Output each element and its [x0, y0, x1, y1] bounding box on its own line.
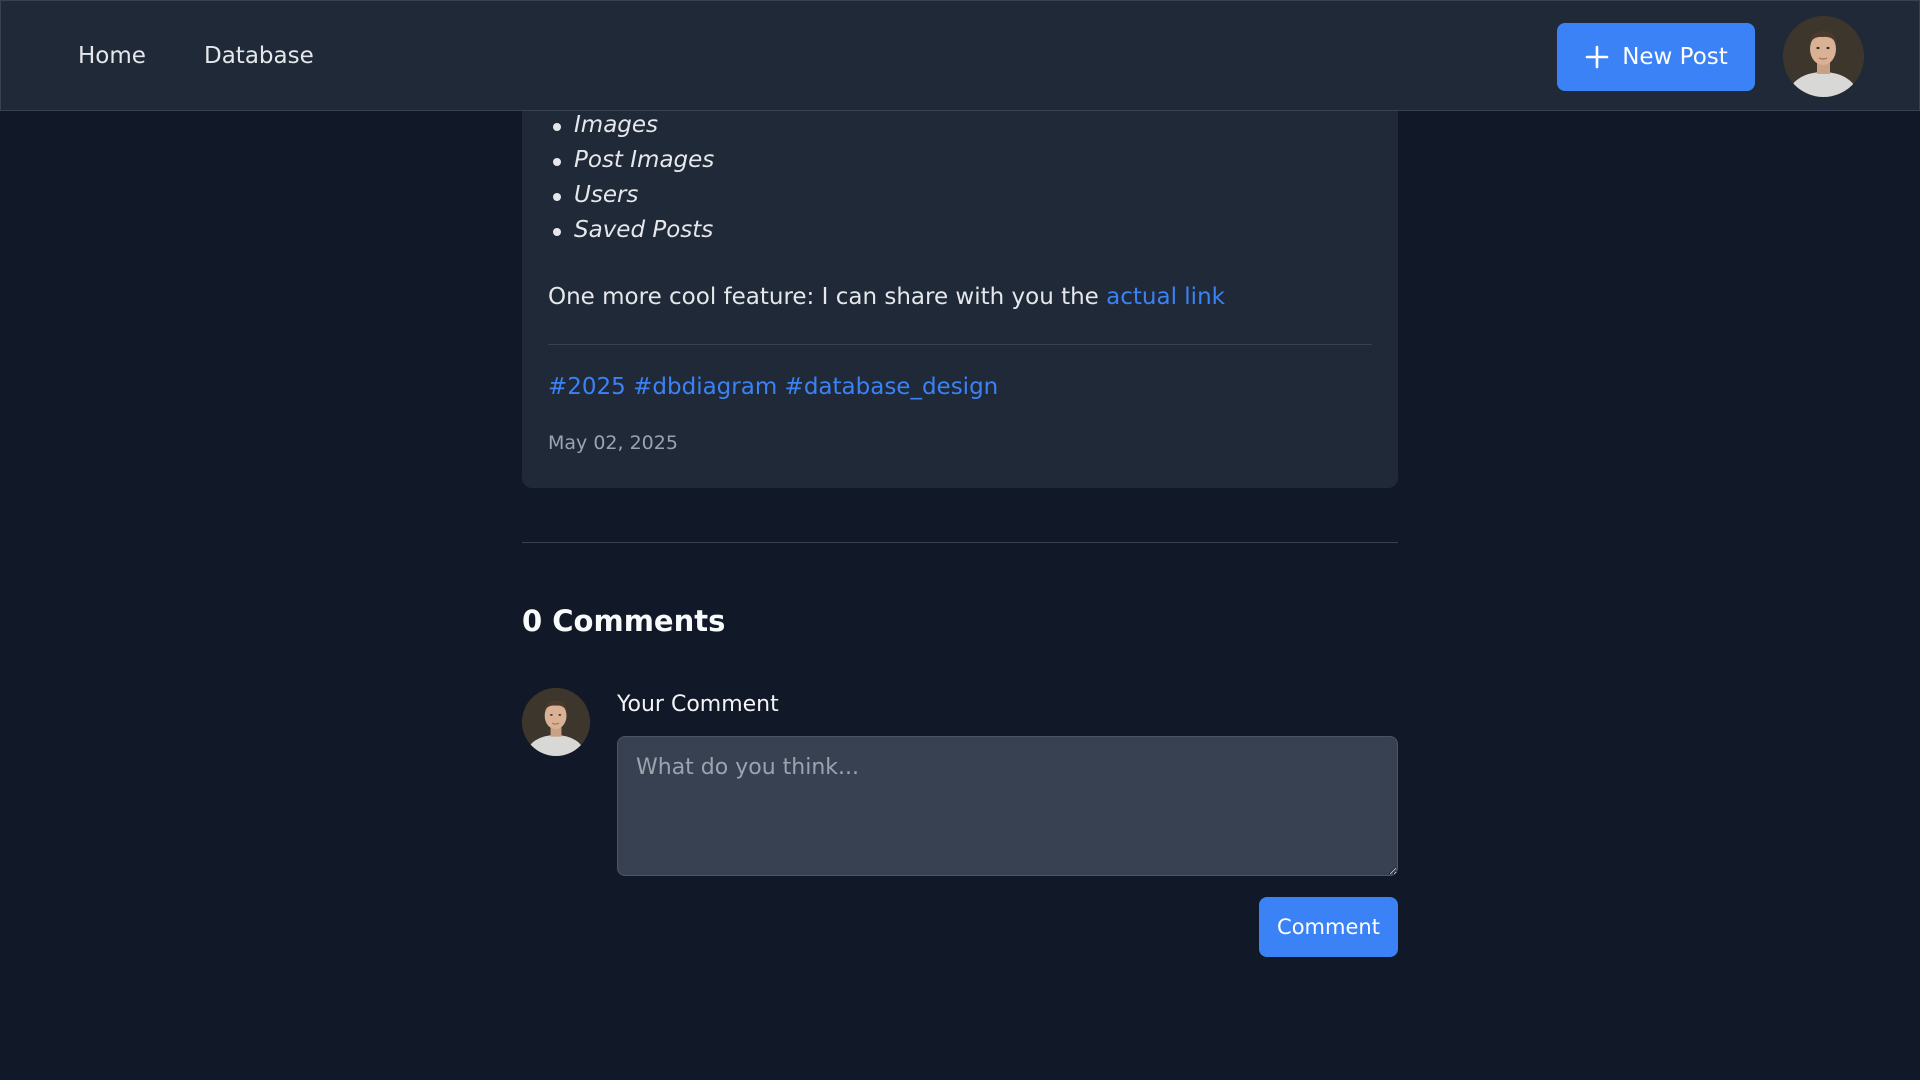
section-divider	[522, 542, 1398, 543]
user-avatar[interactable]	[1783, 16, 1864, 97]
feature-text: One more cool feature: I can share with …	[548, 284, 1107, 310]
plus-icon	[1585, 45, 1609, 69]
nav-home-link[interactable]: Home	[78, 1, 146, 112]
tables-list: Images Post Images Users Saved Posts	[548, 108, 714, 248]
post-divider	[548, 344, 1372, 345]
comment-label: Your Comment	[617, 692, 779, 717]
list-item: Saved Posts	[548, 213, 714, 248]
hashtag-2025[interactable]: #2025	[548, 374, 626, 400]
hashtags: #2025 #dbdiagram #database_design	[548, 374, 998, 400]
hashtag-dbdiagram[interactable]: #dbdiagram	[633, 374, 777, 400]
avatar-image	[1783, 16, 1864, 97]
comments-heading: 0 Comments	[522, 604, 726, 638]
actual-link[interactable]: actual link	[1106, 284, 1225, 310]
comment-input[interactable]	[617, 736, 1398, 876]
feature-paragraph: One more cool feature: I can share with …	[548, 284, 1225, 310]
list-item: Images	[548, 108, 714, 143]
list-item: Users	[548, 178, 714, 213]
list-item: Post Images	[548, 143, 714, 178]
top-navigation: Home Database New Post	[0, 0, 1920, 111]
post-date: May 02, 2025	[548, 432, 678, 454]
comment-submit-button[interactable]: Comment	[1259, 897, 1398, 957]
nav-database-link[interactable]: Database	[204, 1, 314, 112]
commenter-avatar	[522, 688, 590, 756]
avatar-image	[522, 688, 590, 756]
new-post-label: New Post	[1622, 44, 1728, 70]
hashtag-database-design[interactable]: #database_design	[785, 374, 999, 400]
new-post-button[interactable]: New Post	[1557, 23, 1755, 91]
